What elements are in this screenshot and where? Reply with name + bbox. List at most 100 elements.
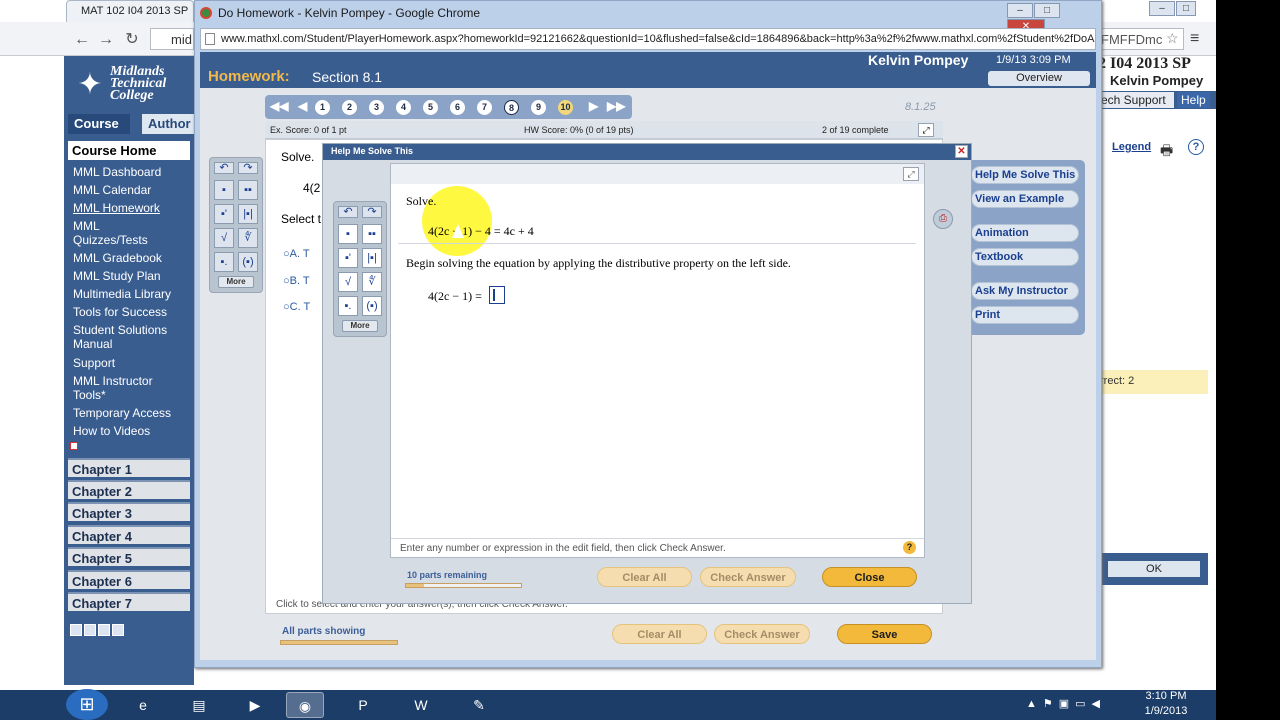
fraction-icon[interactable]: ▪ bbox=[214, 180, 234, 200]
ask-instructor-button[interactable]: Ask My Instructor bbox=[971, 282, 1079, 300]
powerpoint-icon[interactable]: P bbox=[344, 692, 382, 718]
last-question-icon[interactable]: ▶▶ bbox=[607, 99, 625, 113]
printer-icon[interactable]: 🖶 bbox=[1160, 140, 1173, 164]
undo-icon[interactable]: ↶ bbox=[214, 162, 234, 174]
sqrt-icon[interactable]: √ bbox=[214, 228, 234, 248]
bg-ok-button[interactable]: OK bbox=[1108, 561, 1200, 577]
redo-icon[interactable]: ↷ bbox=[362, 206, 382, 218]
help-circle-icon[interactable]: ? bbox=[1188, 139, 1204, 155]
more-button[interactable]: More bbox=[218, 276, 254, 288]
sidebar-item-temporary-access[interactable]: Temporary Access bbox=[73, 406, 191, 420]
chapter-5[interactable]: Chapter 5 bbox=[68, 547, 190, 566]
dialog-title-bar[interactable] bbox=[323, 144, 971, 160]
fraction-icon[interactable]: ▪ bbox=[338, 224, 358, 244]
dialog-expand-icon[interactable]: ⤢ bbox=[903, 167, 919, 181]
url-field[interactable]: www.mathxl.com/Student/PlayerHomework.as… bbox=[200, 28, 1096, 50]
nth-root-icon[interactable]: ∜ bbox=[238, 228, 258, 248]
question-7[interactable]: 7 bbox=[477, 100, 492, 115]
save-button[interactable]: Save bbox=[837, 624, 932, 644]
expand-icon[interactable]: ⤢ bbox=[918, 123, 934, 137]
overview-button[interactable]: Overview bbox=[988, 71, 1090, 86]
dialog-close-icon[interactable]: ✕ bbox=[955, 145, 968, 158]
next-question-icon[interactable]: ▶ bbox=[589, 99, 598, 113]
dialog-close-button[interactable]: Close bbox=[822, 567, 917, 587]
background-tab[interactable]: MAT 102 I04 2013 SP bbox=[66, 0, 194, 22]
sidebar-item-dashboard[interactable]: MML Dashboard bbox=[73, 165, 191, 179]
question-1[interactable]: 1 bbox=[315, 100, 330, 115]
back-icon[interactable]: ← bbox=[72, 30, 92, 50]
dialog-print-icon[interactable]: ⎙ bbox=[933, 209, 953, 229]
minimize-icon[interactable]: – bbox=[1007, 3, 1033, 18]
tech-support-link[interactable]: ech Support bbox=[1098, 92, 1174, 108]
undo-icon[interactable]: ↶ bbox=[338, 206, 358, 218]
tab-author[interactable]: Author bbox=[142, 114, 194, 134]
sidebar-item-multimedia[interactable]: Multimedia Library bbox=[73, 287, 191, 301]
word-icon[interactable]: W bbox=[402, 692, 440, 718]
exponent-icon[interactable]: ▪' bbox=[214, 204, 234, 224]
course-home-link[interactable]: Course Home bbox=[68, 141, 190, 160]
sidebar-item-study-plan[interactable]: MML Study Plan bbox=[73, 269, 191, 283]
reload-icon[interactable]: ↻ bbox=[122, 30, 142, 50]
chrome-taskbar-icon[interactable]: ◉ bbox=[286, 692, 324, 718]
clock-date[interactable]: 1/9/2013 bbox=[1141, 705, 1191, 717]
dialog-check-answer-button[interactable]: Check Answer bbox=[700, 567, 796, 587]
print-button[interactable]: Print bbox=[971, 306, 1079, 324]
rewind-icon[interactable] bbox=[70, 624, 82, 636]
decimal-icon[interactable]: ▪. bbox=[214, 252, 234, 272]
collapse-icon[interactable] bbox=[70, 442, 78, 450]
question-6[interactable]: 6 bbox=[450, 100, 465, 115]
first-question-icon[interactable]: ◀◀ bbox=[270, 99, 288, 113]
maximize-icon[interactable]: □ bbox=[1034, 3, 1060, 18]
lock-icon[interactable] bbox=[98, 624, 110, 636]
prev-question-icon[interactable]: ◀ bbox=[298, 99, 307, 113]
chapter-7[interactable]: Chapter 7 bbox=[68, 592, 190, 611]
mixed-number-icon[interactable]: ▪▪ bbox=[238, 180, 258, 200]
sidebar-item-solutions[interactable]: Student Solutions Manual bbox=[73, 323, 191, 351]
option-a[interactable]: ○A. T bbox=[283, 248, 310, 260]
app-icon[interactable]: ✎ bbox=[460, 692, 498, 718]
chapter-1[interactable]: Chapter 1 bbox=[68, 458, 190, 477]
maximize-icon[interactable]: □ bbox=[1176, 1, 1196, 16]
question-3[interactable]: 3 bbox=[369, 100, 384, 115]
dialog-clear-all-button[interactable]: Clear All bbox=[597, 567, 692, 587]
question-4[interactable]: 4 bbox=[396, 100, 411, 115]
sidebar-item-tools[interactable]: Tools for Success bbox=[73, 305, 191, 319]
animation-button[interactable]: Animation bbox=[971, 224, 1079, 242]
legend-link[interactable]: Legend bbox=[1112, 141, 1151, 153]
chapter-4[interactable]: Chapter 4 bbox=[68, 525, 190, 544]
sqrt-icon[interactable]: √ bbox=[338, 272, 358, 292]
sidebar-item-videos[interactable]: How to Videos bbox=[73, 424, 191, 438]
question-9[interactable]: 9 bbox=[531, 100, 546, 115]
answer-input[interactable] bbox=[489, 286, 505, 304]
redo-icon[interactable]: ↷ bbox=[238, 162, 258, 174]
check-answer-button[interactable]: Check Answer bbox=[714, 624, 810, 644]
mixed-number-icon[interactable]: ▪▪ bbox=[362, 224, 382, 244]
sidebar-item-support[interactable]: Support bbox=[73, 356, 191, 370]
help-link[interactable]: Help bbox=[1177, 92, 1210, 108]
clear-all-button[interactable]: Clear All bbox=[612, 624, 707, 644]
ie-icon[interactable]: e bbox=[124, 692, 162, 718]
chapter-3[interactable]: Chapter 3 bbox=[68, 502, 190, 521]
clock-time[interactable]: 3:10 PM bbox=[1141, 690, 1191, 702]
home-icon[interactable] bbox=[84, 624, 96, 636]
chrome-menu-icon[interactable]: ≡ bbox=[1190, 30, 1210, 50]
sidebar-item-homework[interactable]: MML Homework bbox=[73, 201, 191, 215]
abs-value-icon[interactable]: |▪| bbox=[238, 204, 258, 224]
parens-icon[interactable]: (▪) bbox=[238, 252, 258, 272]
question-2[interactable]: 2 bbox=[342, 100, 357, 115]
start-button[interactable]: ⊞ bbox=[66, 689, 108, 720]
sidebar-item-calendar[interactable]: MML Calendar bbox=[73, 183, 191, 197]
minimize-icon[interactable]: – bbox=[1149, 1, 1175, 16]
textbook-button[interactable]: Textbook bbox=[971, 248, 1079, 266]
option-b[interactable]: ○B. T bbox=[283, 275, 310, 287]
bookmark-star-icon[interactable]: ☆ bbox=[1166, 30, 1179, 47]
parens-icon[interactable]: (▪) bbox=[362, 296, 382, 316]
user-icon[interactable] bbox=[112, 624, 124, 636]
more-button[interactable]: More bbox=[342, 320, 378, 332]
tab-course[interactable]: Course bbox=[68, 114, 130, 134]
folder-icon[interactable]: ▤ bbox=[180, 692, 218, 718]
media-player-icon[interactable]: ▶ bbox=[236, 692, 274, 718]
nth-root-icon[interactable]: ∜ bbox=[362, 272, 382, 292]
system-tray[interactable]: ▲⚑▣▭◀ bbox=[1026, 697, 1106, 710]
help-me-solve-button[interactable]: Help Me Solve This bbox=[971, 166, 1079, 184]
